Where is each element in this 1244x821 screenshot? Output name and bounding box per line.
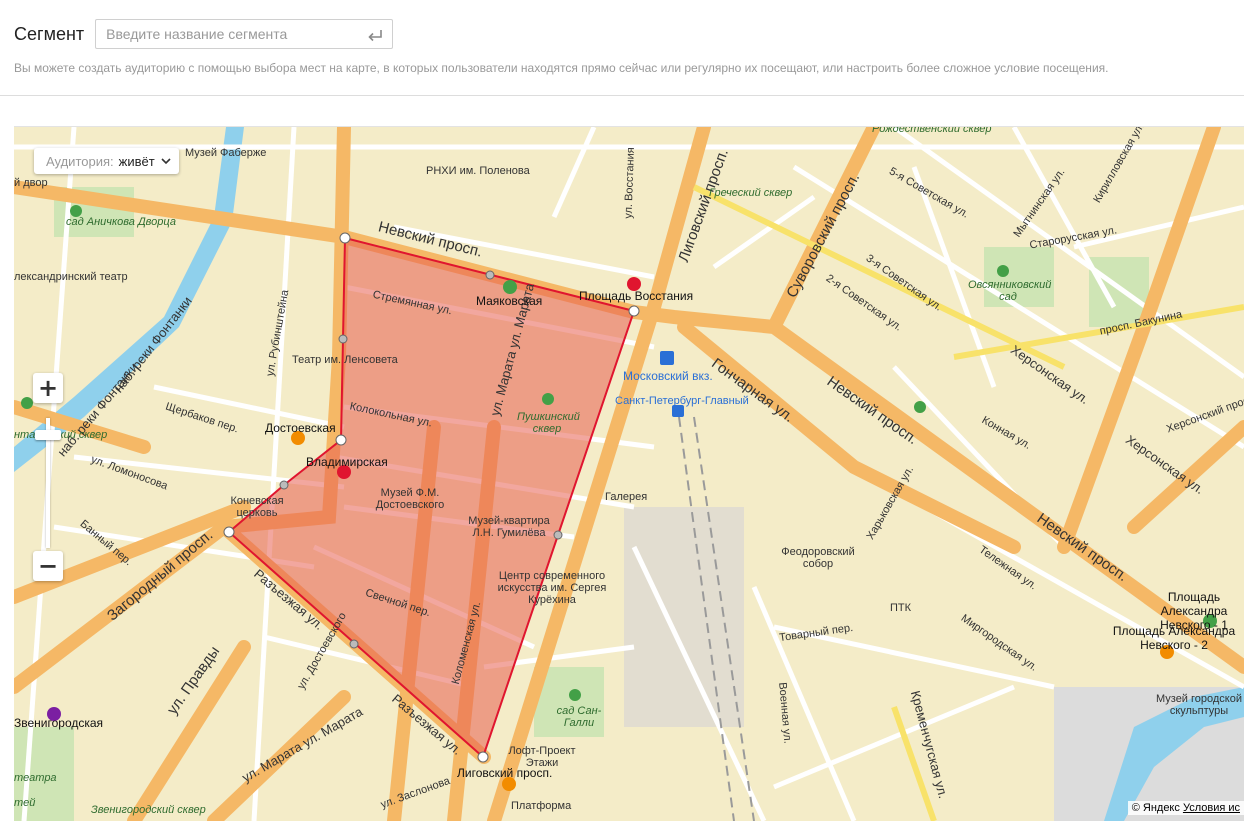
- poi-label: Музей Ф.М. Достоевского: [375, 487, 445, 511]
- copyright-text: © Яндекс: [1131, 802, 1180, 814]
- polygon-midpoint: [338, 334, 348, 344]
- poi-label: РНХИ им. Поленова: [426, 165, 530, 177]
- poi-label: сад Аничкова Дворца: [66, 216, 176, 228]
- polygon-midpoint: [279, 480, 289, 490]
- station-label: Санкт-Петербург-Главный: [615, 395, 749, 407]
- terms-link[interactable]: Условия ис: [1183, 802, 1240, 814]
- metro-label: Площадь Александра Невского - 2: [1112, 624, 1236, 652]
- poi-label: Коневская церковь: [230, 495, 284, 519]
- poi-label: Овсянниковский сад: [968, 279, 1052, 303]
- park-icon: [542, 393, 554, 405]
- segment-label: Сегмент: [14, 23, 85, 44]
- zoom-slider-handle[interactable]: [35, 430, 61, 440]
- metro-label: Лиговский просп.: [457, 766, 553, 780]
- poi-label: тей: [14, 797, 36, 809]
- poi-label: театра: [14, 772, 57, 784]
- poi-label: Музей-квартира Л.Н. Гумилёва: [468, 515, 550, 539]
- chevron-down-icon: [161, 157, 171, 164]
- enter-icon[interactable]: [366, 27, 384, 43]
- metro-label: Маяковская: [476, 294, 543, 308]
- station-label: Московский вкз.: [623, 369, 713, 383]
- poi-label: ПТК: [890, 602, 912, 614]
- polygon-vertex: [223, 526, 235, 538]
- metro-icon: [503, 280, 517, 294]
- polygon-vertex: [477, 751, 489, 763]
- park-icon: [569, 689, 581, 701]
- poi-label: Музей городской скульптуры: [1155, 693, 1243, 717]
- poi-label: Музей Фаберже: [185, 147, 267, 159]
- map[interactable]: Невский просп. Невский просп. Невский пр…: [14, 126, 1244, 821]
- poi-label: Театр им. Ленсовета: [292, 354, 398, 366]
- segment-input-wrapper[interactable]: [95, 19, 394, 49]
- map-copyright: © Яндекс Условия ис: [1127, 801, 1244, 815]
- map-base: [14, 127, 1244, 821]
- poi-label: Центр современного искусства им. Сергея …: [497, 570, 607, 606]
- poi-label: Платформа: [511, 800, 572, 812]
- zoom-out-button[interactable]: −: [33, 551, 63, 581]
- polygon-midpoint: [349, 639, 359, 649]
- polygon-vertex: [628, 305, 640, 317]
- park-icon: [997, 265, 1009, 277]
- park-label: Греческий сквер: [709, 187, 793, 199]
- railway-station-icon: [660, 351, 674, 365]
- divider: [0, 95, 1244, 96]
- rail-area: [624, 507, 744, 727]
- segment-name-input[interactable]: [96, 20, 393, 48]
- segment-hint: Вы можете создать аудиторию с помощью вы…: [14, 61, 1109, 75]
- polygon-vertex: [335, 434, 347, 446]
- polygon-midpoint: [553, 530, 563, 540]
- polygon-vertex: [339, 232, 351, 244]
- poi-label: Звенигородский сквер: [91, 804, 206, 816]
- metro-label: Достоевская: [265, 421, 336, 435]
- poi-label: Галерея: [605, 491, 648, 503]
- park-label: Рождественский сквер: [872, 126, 992, 135]
- poi-label: Феодоровский собор: [781, 546, 855, 570]
- poi-label: Пушкинский сквер: [517, 411, 580, 435]
- metro-label: Звенигородская: [14, 716, 104, 730]
- poi-label: сад Сан-Галли: [556, 705, 602, 729]
- park-icon: [21, 397, 33, 409]
- zoom-in-button[interactable]: +: [33, 373, 63, 403]
- segment-row: Сегмент: [14, 18, 394, 50]
- poi-label: й двор: [14, 177, 48, 189]
- street-label: ул. Восстания: [622, 147, 637, 219]
- poi-label: лександринский театр: [14, 271, 128, 283]
- metro-label: Площадь Восстания: [579, 289, 694, 303]
- audience-key: Аудитория:: [46, 153, 114, 169]
- audience-value: живёт: [118, 153, 155, 169]
- polygon-midpoint: [485, 270, 495, 280]
- metro-label: Владимирская: [306, 455, 388, 469]
- audience-dropdown[interactable]: Аудитория: живёт: [34, 148, 179, 174]
- park-icon: [914, 401, 926, 413]
